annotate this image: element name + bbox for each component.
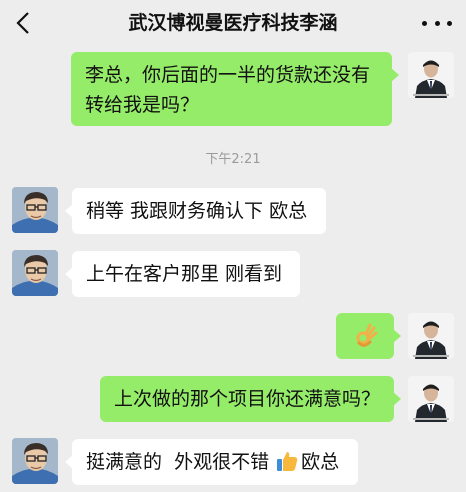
cartoon-man-avatar-image — [12, 187, 58, 233]
ok-hand-emoji — [356, 323, 378, 347]
my-avatar[interactable] — [408, 376, 454, 422]
message-text: 上次做的那个项目你还满意吗？ — [114, 388, 381, 410]
man-in-suit-avatar-image — [408, 52, 454, 98]
more-dots-icon — [422, 20, 427, 26]
message-text: 转给我是吗？ — [85, 94, 200, 116]
message-timestamp: 下午2:21 — [205, 152, 261, 167]
contact-avatar[interactable] — [12, 438, 58, 484]
contact-avatar[interactable] — [12, 187, 58, 233]
more-button[interactable] — [422, 10, 452, 36]
back-button[interactable] — [12, 9, 34, 37]
chat-header: 武汉博视曼医疗科技李涵 — [0, 0, 466, 46]
man-in-suit-avatar-image — [408, 376, 454, 422]
message-text: 欧总 — [301, 451, 340, 473]
my-avatar[interactable] — [408, 52, 454, 98]
man-in-suit-avatar-image — [408, 313, 454, 359]
chevron-left-icon — [16, 12, 29, 34]
message-text: 李总，你后面的一半的货款还没有 — [85, 64, 371, 86]
message-bubble-incoming[interactable]: 挺满意的 外观很不错 欧总 — [65, 439, 358, 485]
my-avatar[interactable] — [408, 313, 454, 359]
message-bubble-outgoing[interactable]: 李总，你后面的一半的货款还没有 转给我是吗？ — [71, 52, 399, 126]
chat-title: 武汉博视曼医疗科技李涵 — [128, 12, 338, 34]
message-bubble-outgoing[interactable]: 上次做的那个项目你还满意吗？ — [100, 376, 401, 422]
cartoon-man-avatar-image — [12, 250, 58, 296]
cartoon-man-avatar-image — [12, 438, 58, 484]
message-text: 稍等 我跟财务确认下 欧总 — [86, 200, 308, 222]
thumbs-up-emoji — [277, 451, 298, 471]
message-bubble-incoming[interactable]: 稍等 我跟财务确认下 欧总 — [65, 188, 326, 234]
contact-avatar[interactable] — [12, 250, 58, 296]
message-bubble-incoming[interactable]: 上午在客户那里 刚看到 — [65, 251, 300, 297]
message-text: 上午在客户那里 刚看到 — [86, 263, 283, 285]
message-bubble-outgoing[interactable] — [336, 313, 401, 359]
message-text: 挺满意的 外观很不错 — [86, 451, 270, 473]
